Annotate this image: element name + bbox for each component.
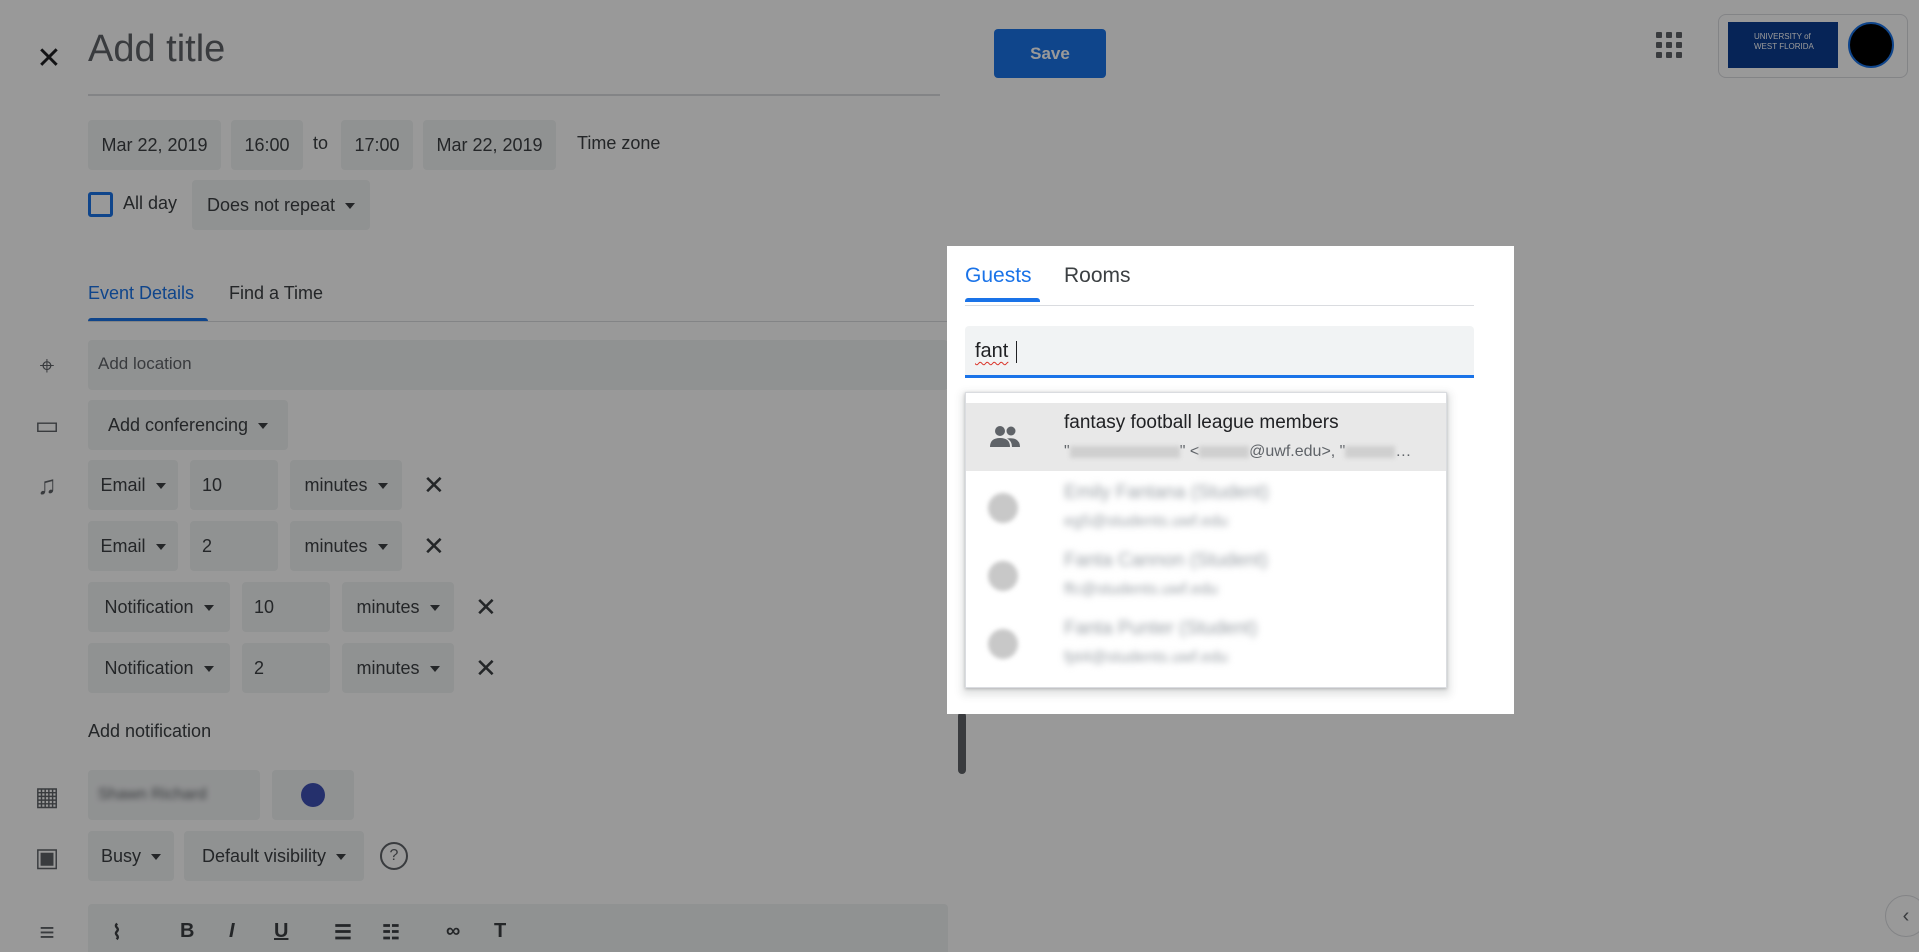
suggestion-item[interactable]: Fanta Cannon (Student) ffc@students.uwf.… [966, 541, 1446, 609]
add-guests-input[interactable]: fant [965, 326, 1474, 378]
suggestion-name: Fanta Punter (Student) [1064, 618, 1258, 639]
group-icon [990, 426, 1020, 447]
person-icon [988, 493, 1022, 523]
tab-guests[interactable]: Guests [965, 264, 1032, 288]
guest-input-value: fant [975, 340, 1009, 362]
suggestion-name: fantasy football league members [1064, 412, 1339, 433]
guest-suggestions-list: fantasy football league members " " < @uwf… [965, 392, 1447, 688]
tab-divider [965, 305, 1474, 306]
text-caret [1016, 341, 1017, 363]
suggestion-email: " " < @uwf.edu>, "… [1064, 443, 1412, 460]
guests-dialog: Guests Rooms fant fantasy football leagu… [947, 246, 1514, 714]
tab-rooms[interactable]: Rooms [1064, 264, 1131, 288]
suggestion-item[interactable]: Fanta Punter (Student) fpt4@students.uwf… [966, 609, 1446, 677]
person-icon [988, 629, 1022, 659]
suggestion-email: fpt4@students.uwf.edu [1064, 649, 1228, 666]
person-icon [988, 561, 1022, 591]
tab-active-indicator [965, 298, 1040, 302]
suggestion-email: ffc@students.uwf.edu [1064, 581, 1218, 598]
suggestion-email: eg5@students.uwf.edu [1064, 513, 1228, 530]
suggestion-name: Fanta Cannon (Student) [1064, 550, 1268, 571]
suggestion-item[interactable]: fantasy football league members " " < @uwf… [966, 403, 1446, 471]
suggestion-item[interactable]: Emily Fantana (Student) eg5@students.uwf… [966, 473, 1446, 541]
suggestion-name: Emily Fantana (Student) [1064, 482, 1269, 503]
